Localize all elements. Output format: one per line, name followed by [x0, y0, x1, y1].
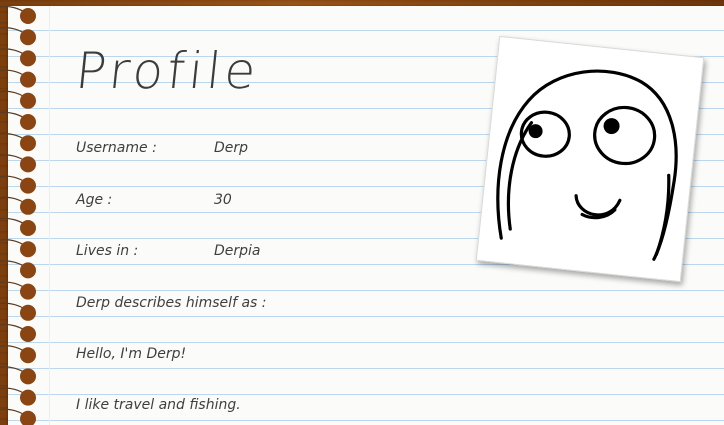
location-value: Derpia [214, 243, 261, 259]
spiral-hole [20, 326, 36, 342]
location-label: Lives in : [76, 243, 139, 259]
page-margin-line [49, 6, 50, 425]
spiral-binding [0, 5, 36, 425]
spiral-hole [20, 156, 36, 173]
profile-photo [475, 35, 705, 283]
describes-label: Derp describes himself as : [76, 295, 267, 311]
spiral-hole [20, 262, 36, 279]
spiral-hole [20, 283, 36, 300]
spiral-hole [20, 198, 36, 215]
spiral-hole [20, 71, 36, 88]
spiral-hole [20, 389, 36, 406]
username-label: Username : [76, 140, 157, 156]
spiral-hole [20, 347, 36, 364]
spiral-hole [20, 410, 36, 425]
age-value: 30 [214, 192, 232, 208]
username-value: Derp [214, 140, 249, 156]
spiral-hole [20, 368, 36, 385]
spiral-hole [20, 92, 36, 109]
bio-line-1: Hello, I'm Derp! [76, 346, 187, 362]
bio-line-2: I like travel and fishing. [76, 397, 241, 413]
spiral-hole [20, 304, 36, 321]
spiral-hole [20, 114, 36, 130]
page-title: Profile [72, 42, 263, 100]
spiral-hole [20, 135, 36, 152]
age-label: Age : [76, 192, 113, 208]
spiral-hole [20, 241, 36, 258]
spiral-hole [20, 8, 36, 24]
spiral-hole [20, 50, 36, 67]
spiral-hole [20, 177, 36, 194]
spiral-hole [20, 29, 36, 46]
derp-face-icon [496, 69, 678, 261]
spiral-hole [20, 220, 36, 236]
